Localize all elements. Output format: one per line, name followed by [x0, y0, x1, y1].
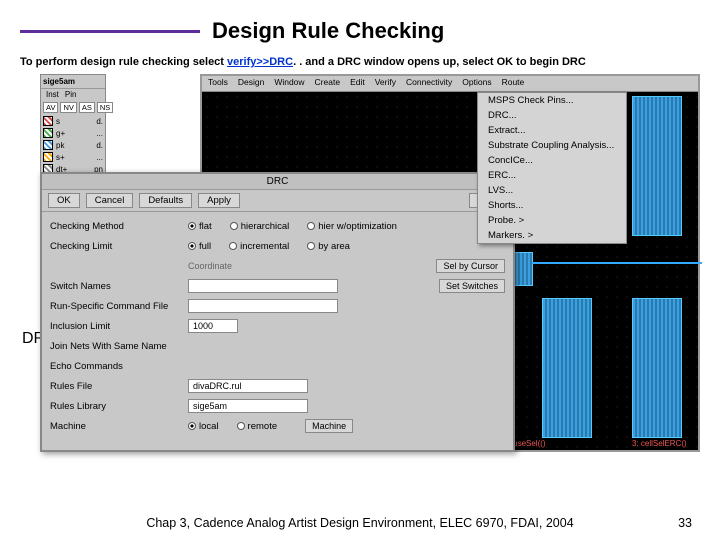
inclusion-label: Inclusion Limit: [50, 321, 180, 332]
drc-titlebar: DRC: [42, 174, 513, 190]
radio-byarea[interactable]: by area: [307, 241, 350, 252]
menu-create[interactable]: Create: [315, 77, 341, 90]
drc-dialog: DRC OK Cancel Defaults Apply Help Checki…: [40, 172, 515, 452]
menu-item-msps[interactable]: MSPS Check Pins...: [478, 93, 626, 108]
footer-text: Chap 3, Cadence Analog Artist Design Env…: [0, 516, 720, 530]
coordinate-label: Coordinate: [188, 261, 232, 271]
layer-row[interactable]: sd.: [41, 115, 105, 127]
apply-button[interactable]: Apply: [198, 193, 240, 208]
menu-edit[interactable]: Edit: [350, 77, 365, 90]
run-cmd-input[interactable]: [188, 299, 338, 313]
cancel-button[interactable]: Cancel: [86, 193, 134, 208]
palette-header: sige5am: [41, 75, 105, 89]
menu-connectivity[interactable]: Connectivity: [406, 77, 452, 90]
verify-dropdown-menu[interactable]: MSPS Check Pins... DRC... Extract... Sub…: [477, 92, 627, 244]
menu-item-shorts[interactable]: Shorts...: [478, 198, 626, 213]
title-underline: [20, 30, 200, 33]
layer-btn[interactable]: AS: [79, 102, 95, 113]
menu-item-probe[interactable]: Probe. >: [478, 213, 626, 228]
radio-remote[interactable]: remote: [237, 421, 278, 432]
device-instance[interactable]: [542, 298, 592, 438]
rules-lib-input[interactable]: [188, 399, 308, 413]
menu-tools[interactable]: Tools: [208, 77, 228, 90]
toggle-pin[interactable]: Pin: [65, 90, 77, 99]
checking-limit-label: Checking Limit: [50, 241, 180, 252]
menu-item-concice[interactable]: ConcICe...: [478, 153, 626, 168]
join-nets-label: Join Nets With Same Name: [50, 341, 180, 352]
set-switches-button[interactable]: Set Switches: [439, 279, 505, 293]
instruction-text: To perform design rule checking select v…: [20, 56, 700, 68]
menu-item-erc[interactable]: ERC...: [478, 168, 626, 183]
rules-lib-label: Rules Library: [50, 401, 180, 412]
menu-item-lvs[interactable]: LVS...: [478, 183, 626, 198]
status-label: 3: cellSelERC(): [632, 439, 687, 448]
menu-item-markers[interactable]: Markers. >: [478, 228, 626, 243]
page-number: 33: [678, 516, 692, 530]
defaults-button[interactable]: Defaults: [139, 193, 192, 208]
radio-hierarchical[interactable]: hierarchical: [230, 221, 290, 232]
menu-item-drc[interactable]: DRC...: [478, 108, 626, 123]
echo-label: Echo Commands: [50, 361, 180, 372]
menu-route[interactable]: Route: [502, 77, 525, 90]
menu-item-substrate[interactable]: Substrate Coupling Analysis...: [478, 138, 626, 153]
app-composite: Tools Design Window Create Edit Verify C…: [40, 74, 700, 454]
machine-button[interactable]: Machine: [305, 419, 353, 433]
radio-flat[interactable]: flat: [188, 221, 212, 232]
menu-verify[interactable]: Verify: [375, 77, 396, 90]
run-cmd-label: Run-Specific Command File: [50, 301, 180, 312]
ok-button[interactable]: OK: [48, 193, 80, 208]
radio-full[interactable]: full: [188, 241, 211, 252]
radio-local[interactable]: local: [188, 421, 219, 432]
layer-btn[interactable]: NV: [60, 102, 76, 113]
layer-row[interactable]: s+...: [41, 151, 105, 163]
layer-row[interactable]: pkd.: [41, 139, 105, 151]
toggle-inst[interactable]: Inst: [46, 90, 59, 99]
menu-path-link: verify>>DRC: [227, 56, 293, 68]
menu-options[interactable]: Options: [462, 77, 491, 90]
layer-btn[interactable]: NS: [97, 102, 113, 113]
rules-file-input[interactable]: [188, 379, 308, 393]
device-instance[interactable]: [632, 96, 682, 236]
rules-file-label: Rules File: [50, 381, 180, 392]
page-title: Design Rule Checking: [212, 18, 444, 44]
radio-incremental[interactable]: incremental: [229, 241, 289, 252]
menu-design[interactable]: Design: [238, 77, 264, 90]
switch-names-input[interactable]: [188, 279, 338, 293]
inclusion-input[interactable]: [188, 319, 238, 333]
menu-item-extract[interactable]: Extract...: [478, 123, 626, 138]
device-instance[interactable]: [632, 298, 682, 438]
radio-hieropt[interactable]: hier w/optimization: [307, 221, 397, 232]
menu-window[interactable]: Window: [274, 77, 304, 90]
switch-names-label: Switch Names: [50, 281, 180, 292]
machine-label: Machine: [50, 421, 180, 432]
layer-btn[interactable]: AV: [43, 102, 58, 113]
checking-method-label: Checking Method: [50, 221, 180, 232]
layout-menubar[interactable]: Tools Design Window Create Edit Verify C…: [202, 76, 698, 92]
layer-row[interactable]: g+...: [41, 127, 105, 139]
wire-segment: [532, 262, 702, 264]
sel-by-cursor-button[interactable]: Sel by Cursor: [436, 259, 505, 273]
